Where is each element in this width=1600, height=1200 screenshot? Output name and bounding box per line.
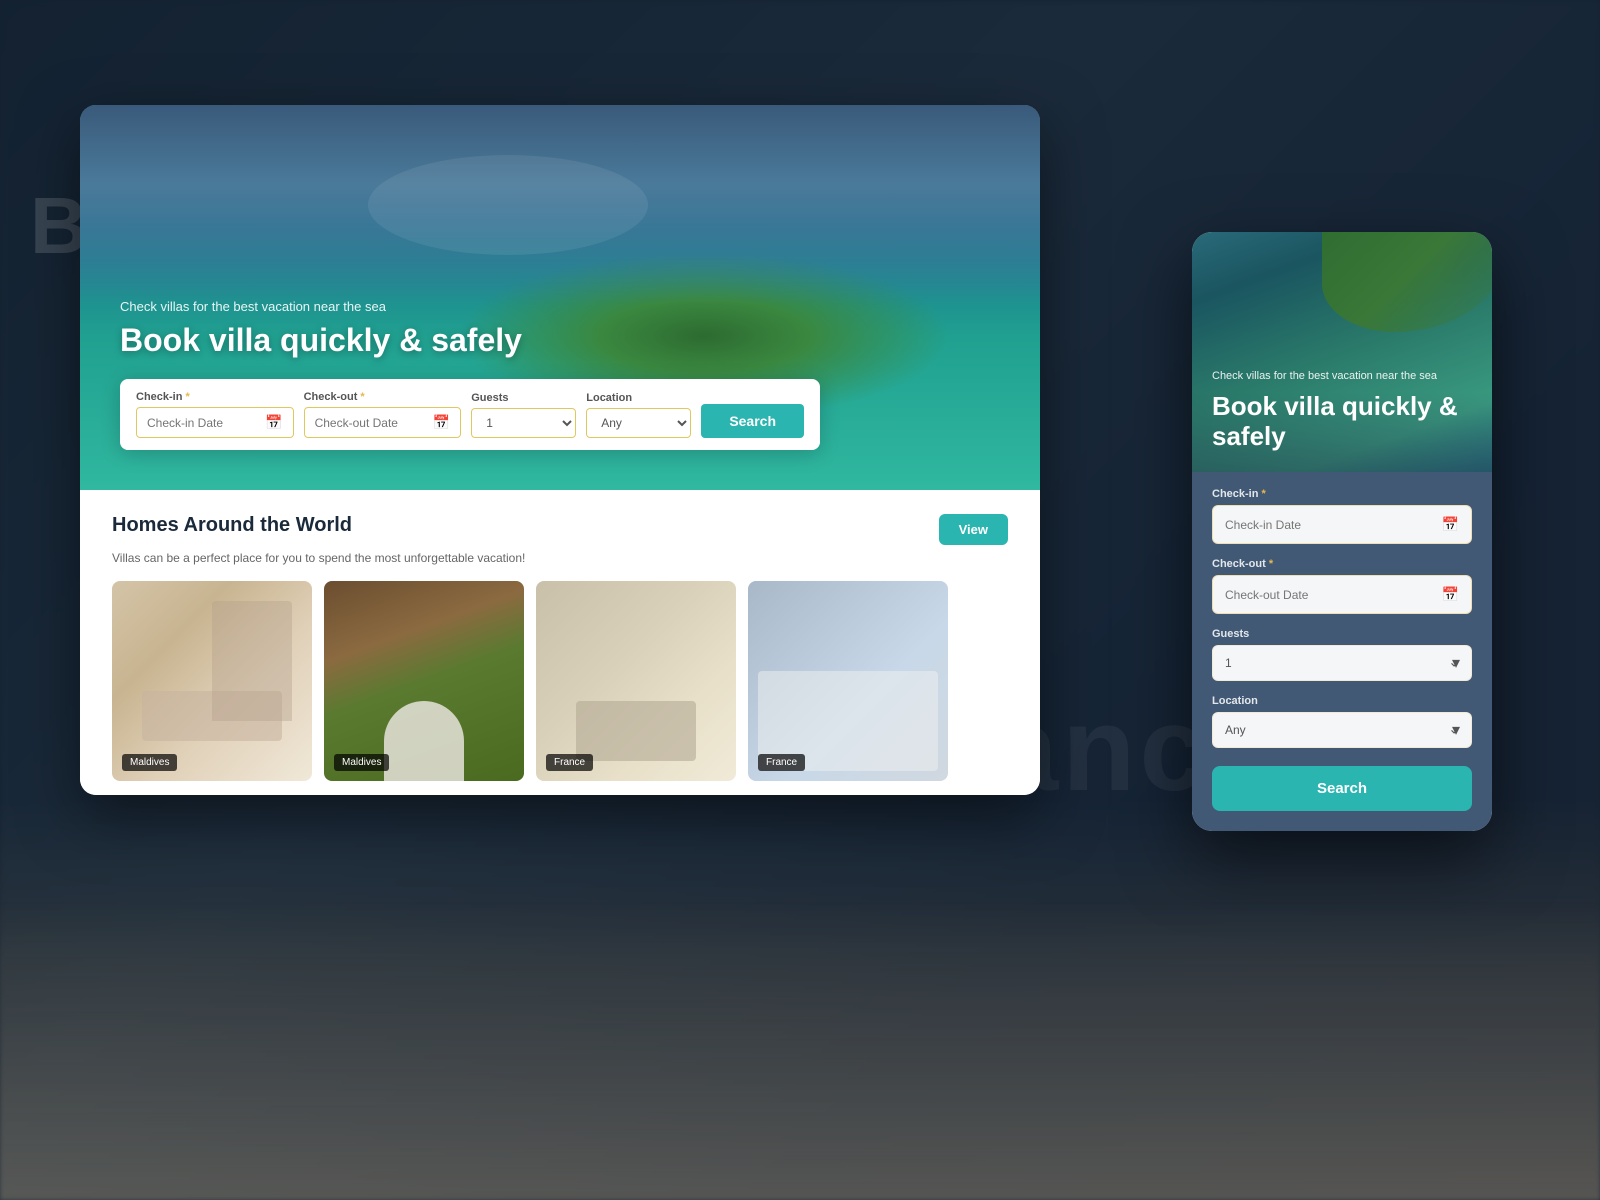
homes-section: Homes Around the World View Villas can b… bbox=[80, 490, 1040, 795]
mobile-hero-subtitle: Check villas for the best vacation near … bbox=[1212, 369, 1492, 384]
mobile-checkout-input-wrap[interactable]: 📅 bbox=[1212, 575, 1472, 614]
mobile-card: Check villas for the best vacation near … bbox=[1192, 232, 1492, 831]
mobile-form: Check-in * 📅 Check-out * 📅 Guests 1 bbox=[1192, 472, 1492, 831]
location-field: Location Any Maldives France Bali bbox=[586, 392, 691, 438]
checkout-field: Check-out * 📅 bbox=[304, 391, 462, 438]
mobile-search-button[interactable]: Search bbox=[1212, 766, 1472, 811]
mobile-location-select-container[interactable]: Any Maldives France Bali ▾ bbox=[1212, 712, 1472, 748]
checkout-calendar-icon[interactable]: 📅 bbox=[433, 414, 450, 431]
checkout-input[interactable] bbox=[315, 416, 427, 430]
location-select-wrap[interactable]: Any Maldives France Bali bbox=[586, 408, 691, 438]
mobile-checkin-calendar-icon[interactable]: 📅 bbox=[1442, 516, 1459, 533]
mobile-hero-title: Book villa quickly & safely bbox=[1212, 392, 1492, 452]
mobile-location-select-wrap[interactable]: Any Maldives France Bali bbox=[1212, 712, 1472, 748]
location-badge-2: Maldives bbox=[334, 754, 389, 771]
hero-section: Check villas for the best vacation near … bbox=[80, 105, 1040, 490]
homes-subtitle: Villas can be a perfect place for you to… bbox=[112, 551, 1008, 565]
mobile-checkout-input[interactable] bbox=[1225, 588, 1434, 602]
homes-grid: Maldives Maldives France France bbox=[112, 581, 1008, 781]
mobile-checkin-input[interactable] bbox=[1225, 518, 1434, 532]
homes-title: Homes Around the World bbox=[112, 514, 352, 537]
mobile-guests-select-wrap[interactable]: 1 2 3 4 5+ bbox=[1212, 645, 1472, 681]
location-badge-3: France bbox=[546, 754, 593, 771]
mobile-checkin-field: Check-in * 📅 bbox=[1212, 488, 1472, 544]
guests-label: Guests bbox=[471, 392, 576, 404]
mobile-checkout-label: Check-out * bbox=[1212, 558, 1472, 570]
home-card-1[interactable]: Maldives bbox=[112, 581, 312, 781]
home-card-2[interactable]: Maldives bbox=[324, 581, 524, 781]
mobile-checkout-calendar-icon[interactable]: 📅 bbox=[1442, 586, 1459, 603]
home-card-4[interactable]: France bbox=[748, 581, 948, 781]
search-bar: Check-in * 📅 Check-out * 📅 bbox=[120, 379, 820, 450]
mobile-hero-content: Check villas for the best vacation near … bbox=[1212, 369, 1492, 452]
mobile-location-field: Location Any Maldives France Bali ▾ bbox=[1212, 695, 1472, 748]
homes-header: Homes Around the World View bbox=[112, 514, 1008, 545]
mobile-guests-label: Guests bbox=[1212, 628, 1472, 640]
location-badge-4: France bbox=[758, 754, 805, 771]
checkin-calendar-icon[interactable]: 📅 bbox=[265, 414, 282, 431]
checkin-input[interactable] bbox=[147, 416, 259, 430]
checkin-label: Check-in * bbox=[136, 391, 294, 403]
guests-select[interactable]: 1 2 3 4 5+ bbox=[472, 409, 575, 437]
mobile-checkin-input-wrap[interactable]: 📅 bbox=[1212, 505, 1472, 544]
mobile-location-select[interactable]: Any Maldives France Bali bbox=[1213, 713, 1471, 747]
mobile-guests-field: Guests 1 2 3 4 5+ ▾ bbox=[1212, 628, 1472, 681]
mobile-guests-select[interactable]: 1 2 3 4 5+ bbox=[1213, 646, 1471, 680]
hero-content: Check villas for the best vacation near … bbox=[120, 299, 820, 450]
homes-header-text: Homes Around the World bbox=[112, 514, 352, 537]
mobile-location-label: Location bbox=[1212, 695, 1472, 707]
home-card-3[interactable]: France bbox=[536, 581, 736, 781]
hero-title: Book villa quickly & safely bbox=[120, 322, 820, 359]
checkout-input-wrap[interactable]: 📅 bbox=[304, 407, 462, 438]
guests-field: Guests 1 2 3 4 5+ bbox=[471, 392, 576, 438]
location-label: Location bbox=[586, 392, 691, 404]
mobile-hero: Check villas for the best vacation near … bbox=[1192, 232, 1492, 472]
mobile-guests-select-container[interactable]: 1 2 3 4 5+ ▾ bbox=[1212, 645, 1472, 681]
hero-subtitle: Check villas for the best vacation near … bbox=[120, 299, 820, 314]
guests-select-wrap[interactable]: 1 2 3 4 5+ bbox=[471, 408, 576, 438]
bottom-blur bbox=[0, 900, 1600, 1200]
checkin-field: Check-in * 📅 bbox=[136, 391, 294, 438]
checkin-input-wrap[interactable]: 📅 bbox=[136, 407, 294, 438]
search-button[interactable]: Search bbox=[701, 404, 804, 438]
mobile-checkout-field: Check-out * 📅 bbox=[1212, 558, 1472, 614]
checkout-label: Check-out * bbox=[304, 391, 462, 403]
location-badge-1: Maldives bbox=[122, 754, 177, 771]
mobile-checkin-label: Check-in * bbox=[1212, 488, 1472, 500]
location-select[interactable]: Any Maldives France Bali bbox=[587, 409, 690, 437]
view-all-button[interactable]: View bbox=[939, 514, 1008, 545]
desktop-card: Check villas for the best vacation near … bbox=[80, 105, 1040, 795]
